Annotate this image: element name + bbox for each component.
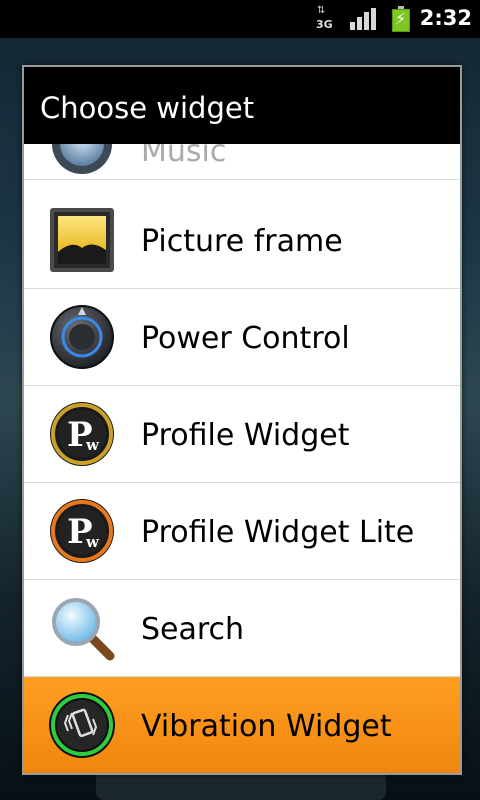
picture-frame-icon: [48, 206, 116, 274]
widget-item-power-control[interactable]: Power Control: [24, 289, 460, 386]
profile-widget-lite-icon: P w: [48, 497, 116, 565]
dialog-title: Choose widget: [40, 91, 255, 125]
profile-widget-icon: P w: [48, 400, 116, 468]
vibration-widget-icon: [48, 691, 116, 759]
power-control-icon: [48, 303, 116, 371]
widget-item-label: Profile Widget Lite: [141, 515, 415, 550]
status-bar: ⇅ 3G ⚡ 2:32: [0, 0, 480, 38]
widget-item-label: Picture frame: [141, 224, 343, 259]
widget-item-label: Profile Widget: [141, 418, 350, 453]
widget-item-profile-widget[interactable]: P w Profile Widget: [24, 386, 460, 483]
widget-list[interactable]: Music Picture frame Power Control P w Pr…: [24, 144, 460, 773]
widget-item-label: Search: [141, 612, 245, 647]
search-icon: [48, 594, 116, 662]
svg-text:w: w: [85, 533, 100, 551]
network-type-label: 3G: [316, 18, 333, 31]
signal-strength-icon: [350, 8, 376, 30]
battery-charging-icon: ⚡: [392, 6, 410, 32]
widget-item-music[interactable]: Music: [24, 144, 460, 180]
widget-item-picture-frame[interactable]: Picture frame: [24, 192, 460, 289]
data-activity-icon: ⇅: [317, 5, 325, 16]
network-indicator: ⇅ 3G: [314, 6, 336, 32]
choose-widget-dialog: Choose widget Music Picture frame Power …: [22, 65, 462, 775]
dialog-header: Choose widget: [24, 67, 460, 144]
music-icon: [48, 144, 116, 178]
widget-item-vibration-widget[interactable]: Vibration Widget: [24, 677, 460, 773]
widget-item-search[interactable]: Search: [24, 580, 460, 677]
widget-item-label: Music: [141, 144, 227, 169]
widget-item-label: Vibration Widget: [141, 709, 392, 744]
svg-text:w: w: [85, 436, 100, 454]
widget-item-label: Power Control: [141, 321, 350, 356]
status-time: 2:32: [419, 6, 472, 30]
widget-item-profile-widget-lite[interactable]: P w Profile Widget Lite: [24, 483, 460, 580]
